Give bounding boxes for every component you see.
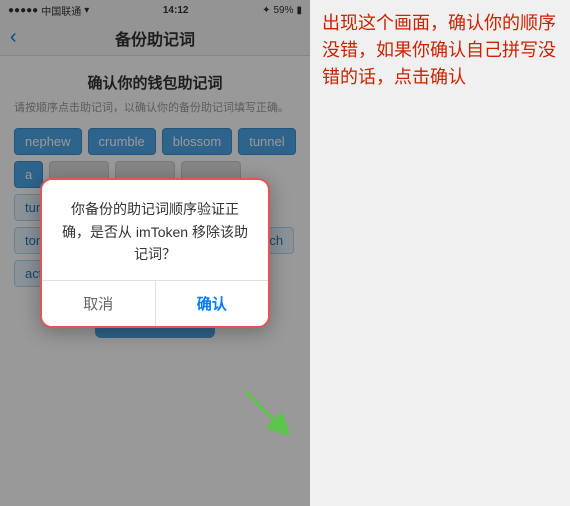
modal-actions: 取消 确认 (42, 280, 268, 326)
modal-text: 你备份的助记词顺序验证正确，是否从 imToken 移除该助记词？ (58, 198, 252, 265)
arrow-indicator (236, 382, 296, 442)
modal-cancel-button[interactable]: 取消 (42, 281, 156, 326)
annotation-panel: 出现这个画面，确认你的顺序没错，如果你确认自己拼写没错的话，点击确认 (310, 0, 570, 506)
modal-body: 你备份的助记词顺序验证正确，是否从 imToken 移除该助记词？ (42, 180, 268, 279)
modal-box: 你备份的助记词顺序验证正确，是否从 imToken 移除该助记词？ 取消 确认 (40, 178, 270, 327)
annotation-text: 出现这个画面，确认你的顺序没错，如果你确认自己拼写没错的话，点击确认 (322, 10, 558, 91)
modal-confirm-button[interactable]: 确认 (156, 281, 269, 326)
modal-overlay: 你备份的助记词顺序验证正确，是否从 imToken 移除该助记词？ 取消 确认 (0, 0, 310, 506)
phone-frame: ●●●●● 中国联通 ▾ 14:12 ✦ 59% ▮ ‹ 备份助记词 确认你的钱… (0, 0, 310, 506)
